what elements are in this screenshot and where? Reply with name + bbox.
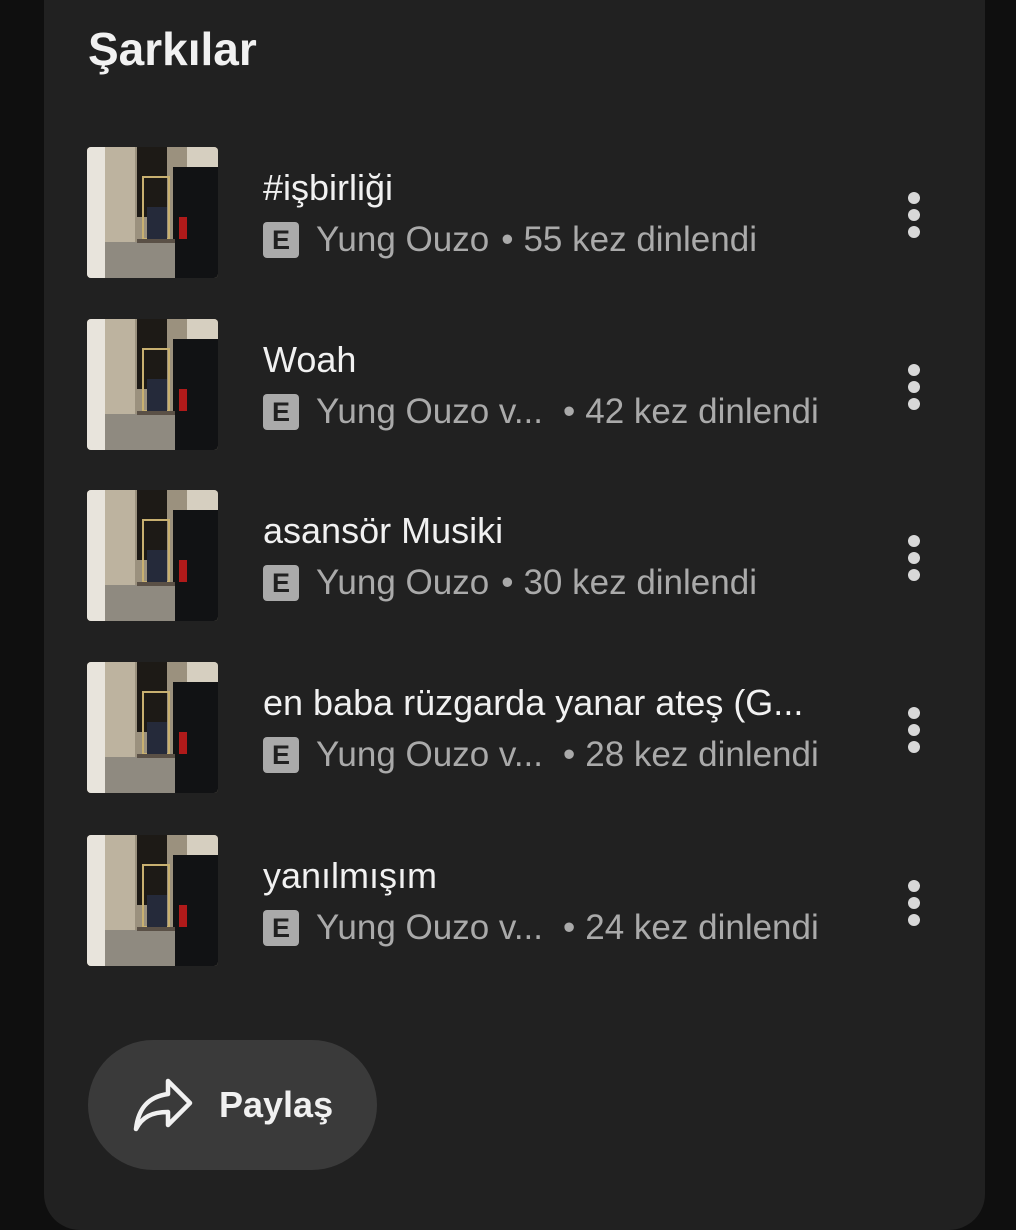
more-vert-icon <box>908 364 920 410</box>
song-row[interactable]: yanılmışım E Yung Ouzo v... • 24 kez din… <box>87 835 937 966</box>
explicit-icon: E <box>263 737 299 773</box>
explicit-icon: E <box>263 910 299 946</box>
explicit-icon: E <box>263 394 299 430</box>
share-button-label: Paylaş <box>219 1084 334 1125</box>
song-artist: Yung Ouzo <box>316 563 490 602</box>
meta-separator: • <box>563 392 576 431</box>
more-options-button[interactable] <box>892 702 936 758</box>
share-arrow-icon <box>133 1078 193 1132</box>
song-title: en baba rüzgarda yanar ateş (G... <box>263 682 804 723</box>
song-title: #işbirliği <box>263 167 394 208</box>
song-meta: E Yung Ouzo v... • 42 kez dinlendi <box>263 391 819 433</box>
song-artist: Yung Ouzo v... <box>316 908 543 947</box>
song-meta: E Yung Ouzo • 55 kez dinlendi <box>263 219 757 261</box>
meta-separator: • <box>501 220 514 259</box>
meta-separator: • <box>501 563 514 602</box>
song-title: yanılmışım <box>263 855 438 896</box>
song-title: asansör Musiki <box>263 510 504 551</box>
share-button[interactable]: Paylaş <box>88 1040 377 1170</box>
song-play-count: 24 kez dinlendi <box>585 908 819 947</box>
song-meta: E Yung Ouzo v... • 24 kez dinlendi <box>263 907 819 949</box>
explicit-icon: E <box>263 222 299 258</box>
album-art-thumbnail <box>87 490 218 621</box>
song-play-count: 28 kez dinlendi <box>585 735 819 774</box>
section-title: Şarkılar <box>88 23 257 75</box>
album-art-thumbnail <box>87 319 218 450</box>
song-row[interactable]: asansör Musiki E Yung Ouzo • 30 kez dinl… <box>87 490 937 621</box>
song-row[interactable]: en baba rüzgarda yanar ateş (G... E Yung… <box>87 662 937 793</box>
song-artist: Yung Ouzo <box>316 220 490 259</box>
song-play-count: 30 kez dinlendi <box>523 563 757 602</box>
more-options-button[interactable] <box>892 875 936 931</box>
song-play-count: 42 kez dinlendi <box>585 392 819 431</box>
more-vert-icon <box>908 535 920 581</box>
more-vert-icon <box>908 707 920 753</box>
song-row[interactable]: Woah E Yung Ouzo v... • 42 kez dinlendi <box>87 319 937 450</box>
song-title: Woah <box>263 339 357 380</box>
more-vert-icon <box>908 880 920 926</box>
more-options-button[interactable] <box>892 530 936 586</box>
explicit-icon: E <box>263 565 299 601</box>
album-art-thumbnail <box>87 662 218 793</box>
song-artist: Yung Ouzo v... <box>316 392 543 431</box>
album-art-thumbnail <box>87 835 218 966</box>
more-options-button[interactable] <box>892 187 936 243</box>
more-options-button[interactable] <box>892 359 936 415</box>
more-vert-icon <box>908 192 920 238</box>
song-meta: E Yung Ouzo • 30 kez dinlendi <box>263 562 757 604</box>
meta-separator: • <box>563 735 576 774</box>
song-artist: Yung Ouzo v... <box>316 735 543 774</box>
album-art-thumbnail <box>87 147 218 278</box>
meta-separator: • <box>563 908 576 947</box>
song-play-count: 55 kez dinlendi <box>523 220 757 259</box>
song-meta: E Yung Ouzo v... • 28 kez dinlendi <box>263 734 819 776</box>
song-row[interactable]: #işbirliği E Yung Ouzo • 55 kez dinlendi <box>87 147 937 278</box>
